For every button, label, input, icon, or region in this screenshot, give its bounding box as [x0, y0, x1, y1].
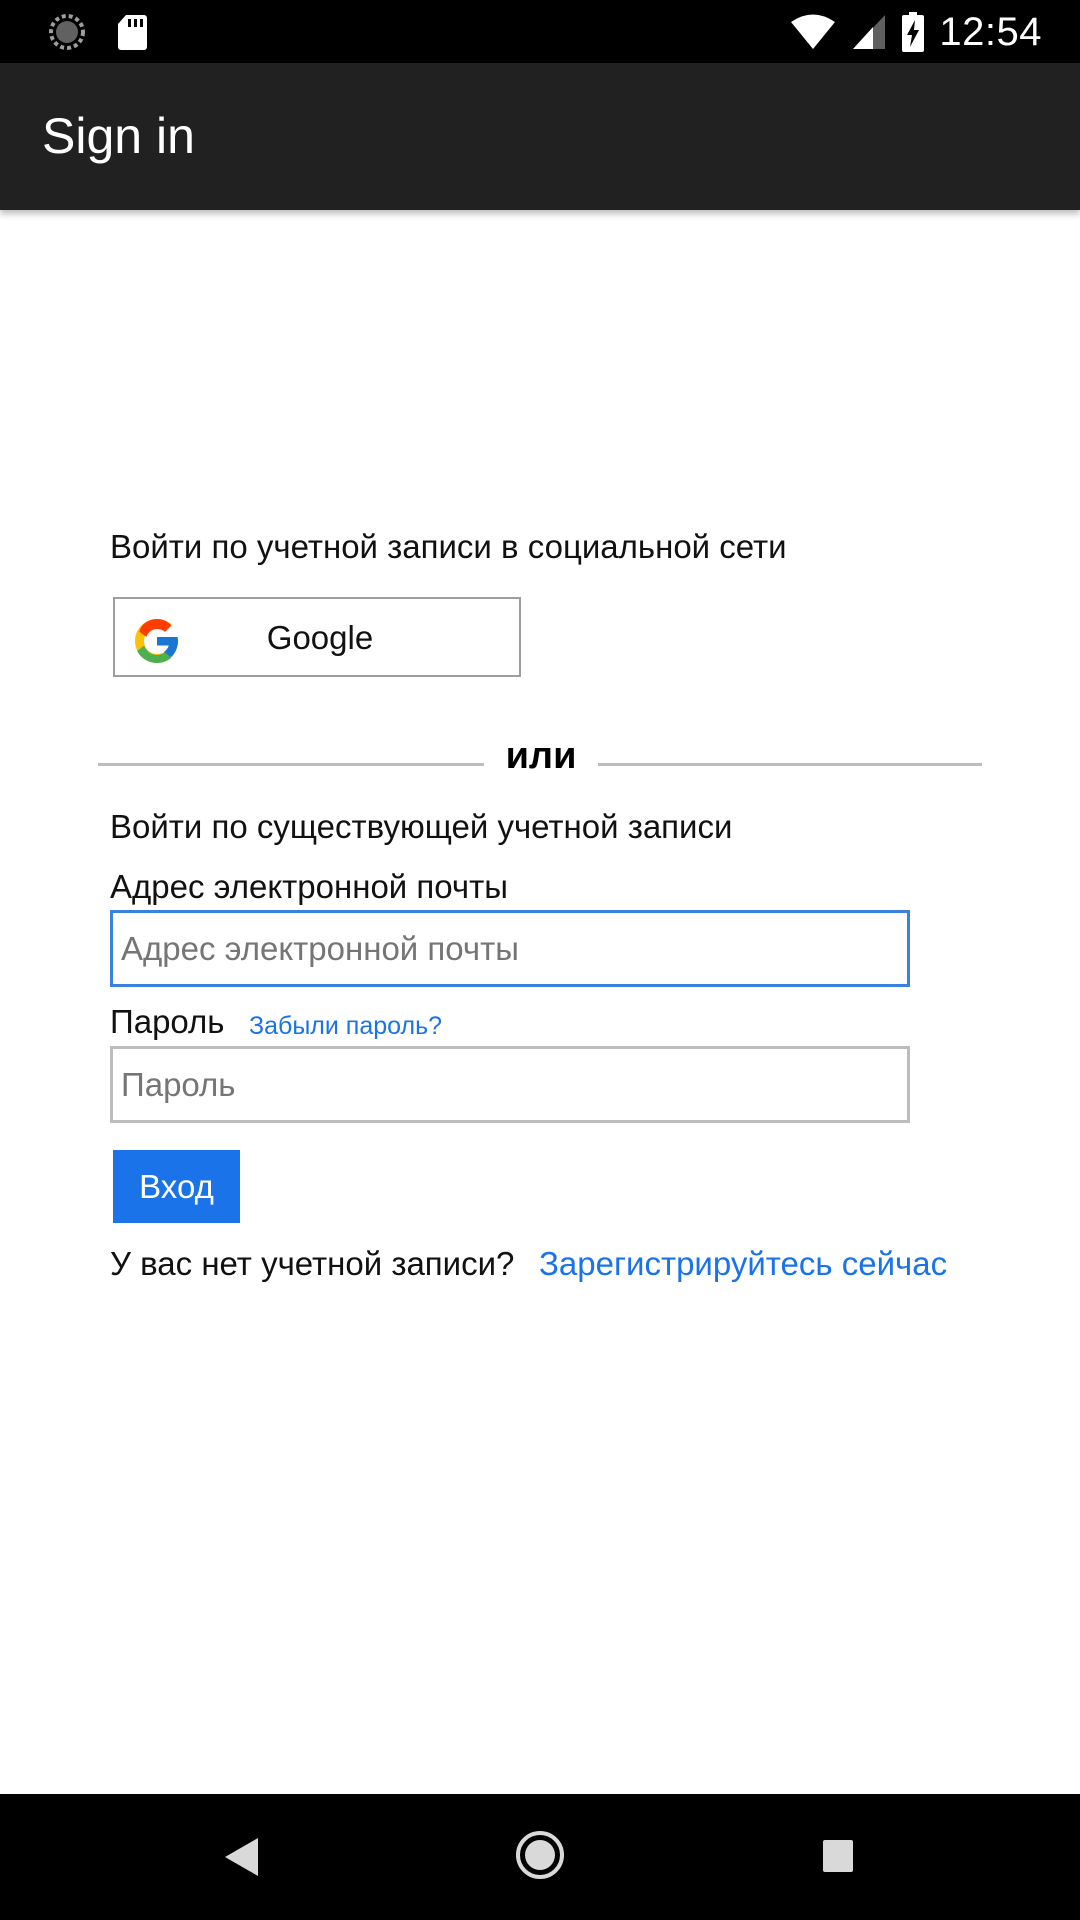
page-title: Sign in [42, 108, 195, 164]
password-field[interactable] [110, 1046, 910, 1123]
sync-icon [49, 14, 85, 50]
home-icon[interactable] [515, 1830, 565, 1880]
divider-or-text: или [505, 735, 577, 777]
social-login-heading: Войти по учетной записи в социальной сет… [110, 528, 787, 565]
cell-signal-icon [853, 15, 886, 49]
email-field[interactable] [110, 910, 910, 987]
google-label-text: Google [266, 619, 374, 656]
email-label: Адрес электронной почты [110, 868, 508, 905]
status-right-icons: 12:54 [789, 8, 1042, 56]
status-left-icons [48, 12, 148, 52]
google-signin-button[interactable]: Google [113, 597, 521, 677]
password-label: Пароль [110, 1003, 225, 1040]
no-account-prompt: У вас нет учетной записи? [110, 1245, 515, 1282]
status-bar: 12:54 [0, 0, 1080, 63]
battery-charging-icon [902, 12, 925, 52]
back-icon[interactable] [222, 1836, 260, 1878]
divider-line-left [98, 763, 484, 766]
app-bar: Sign in [0, 63, 1080, 210]
status-time: 12:54 [939, 9, 1042, 54]
sd-card-icon [118, 15, 147, 50]
navigation-bar [0, 1794, 1080, 1920]
register-link[interactable]: Зарегистрируйтесь сейчас [539, 1245, 947, 1283]
divider-line-right [598, 763, 982, 766]
login-button[interactable]: Вход [113, 1150, 240, 1223]
google-button-label: Google [115, 619, 519, 657]
wifi-icon [791, 14, 836, 49]
forgot-password-link[interactable]: Забыли пароль? [249, 1012, 442, 1041]
existing-account-heading: Войти по существующей учетной записи [110, 808, 733, 845]
recent-apps-icon[interactable] [822, 1839, 854, 1873]
